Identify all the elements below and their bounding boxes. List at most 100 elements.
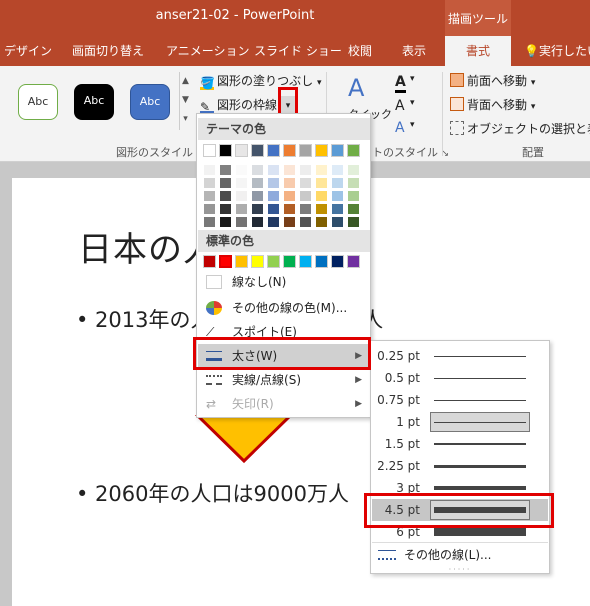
theme-color-shade-swatch[interactable]	[331, 190, 344, 202]
gallery-down-icon[interactable]: ▼	[180, 91, 191, 110]
theme-color-shade-swatch[interactable]	[251, 164, 264, 176]
selection-pane-button[interactable]: オブジェクトの選択と表示	[450, 120, 590, 137]
weight-option[interactable]: 1.5 pt	[372, 433, 548, 455]
down-arrow-shape[interactable]	[195, 415, 295, 465]
theme-color-shade-swatch[interactable]	[315, 190, 328, 202]
text-effects-chevron-icon[interactable]: ▾	[410, 120, 415, 130]
theme-color-shade-swatch[interactable]	[251, 177, 264, 189]
theme-color-shade-swatch[interactable]	[203, 164, 216, 176]
resize-grip-icon[interactable]: ·····	[371, 565, 549, 574]
theme-color-shade-swatch[interactable]	[331, 203, 344, 215]
weight-option[interactable]: 0.75 pt	[372, 389, 548, 411]
standard-color-swatch[interactable]	[267, 255, 280, 268]
theme-color-shade-swatch[interactable]	[283, 177, 296, 189]
weight-option[interactable]: 2.25 pt	[372, 455, 548, 477]
text-outline-icon[interactable]: A	[395, 98, 405, 114]
standard-color-swatch[interactable]	[347, 255, 360, 268]
theme-color-shade-swatch[interactable]	[283, 203, 296, 215]
standard-color-swatch[interactable]	[203, 255, 216, 268]
weight-option[interactable]: 1 pt	[372, 411, 548, 433]
tab-view[interactable]: 表示	[402, 36, 426, 66]
tab-transitions[interactable]: 画面切り替え	[72, 36, 144, 66]
theme-color-shade-swatch[interactable]	[203, 177, 216, 189]
gallery-more-icon[interactable]: ▾	[180, 110, 191, 129]
theme-color-shade-swatch[interactable]	[331, 216, 344, 228]
standard-color-swatch[interactable]	[299, 255, 312, 268]
theme-color-swatch[interactable]	[331, 144, 344, 157]
theme-color-swatch[interactable]	[267, 144, 280, 157]
tab-animations[interactable]: アニメーション	[166, 36, 250, 66]
send-backward-button[interactable]: 背面へ移動 ▾	[450, 96, 535, 113]
theme-color-shade-swatch[interactable]	[315, 164, 328, 176]
standard-color-swatch[interactable]	[218, 254, 233, 269]
theme-color-shade-swatch[interactable]	[347, 164, 360, 176]
standard-color-swatch[interactable]	[331, 255, 344, 268]
shape-style-1[interactable]: Abc	[18, 84, 58, 120]
text-fill-icon[interactable]: A	[395, 74, 406, 93]
standard-color-swatch[interactable]	[251, 255, 264, 268]
theme-color-shade-swatch[interactable]	[251, 203, 264, 215]
tab-tell-me[interactable]: 💡実行したい	[524, 36, 590, 66]
theme-color-shade-swatch[interactable]	[219, 177, 232, 189]
theme-color-shade-swatch[interactable]	[347, 177, 360, 189]
theme-color-shade-swatch[interactable]	[283, 164, 296, 176]
theme-color-shade-swatch[interactable]	[235, 190, 248, 202]
theme-color-shade-swatch[interactable]	[219, 190, 232, 202]
gallery-scroll[interactable]: ▲ ▼ ▾	[179, 72, 191, 130]
theme-color-swatch[interactable]	[203, 144, 216, 157]
bring-forward-button[interactable]: 前面へ移動 ▾	[450, 72, 535, 89]
theme-color-shade-swatch[interactable]	[299, 203, 312, 215]
theme-color-shade-swatch[interactable]	[267, 164, 280, 176]
context-tab-drawing-tools[interactable]: 描画ツール	[445, 0, 511, 36]
theme-color-shade-swatch[interactable]	[235, 216, 248, 228]
theme-color-shade-swatch[interactable]	[347, 190, 360, 202]
theme-color-shade-swatch[interactable]	[283, 190, 296, 202]
more-lines-item[interactable]: その他の線(L)...	[372, 542, 548, 566]
tab-review[interactable]: 校閲	[348, 36, 372, 66]
theme-color-swatch[interactable]	[347, 144, 360, 157]
tab-design[interactable]: デザイン	[4, 36, 52, 66]
theme-color-shade-swatch[interactable]	[283, 216, 296, 228]
theme-color-shade-swatch[interactable]	[235, 203, 248, 215]
theme-color-swatch[interactable]	[235, 144, 248, 157]
theme-color-shade-swatch[interactable]	[235, 177, 248, 189]
theme-color-shade-swatch[interactable]	[267, 216, 280, 228]
theme-color-swatch[interactable]	[299, 144, 312, 157]
weight-option[interactable]: 0.25 pt	[372, 345, 548, 367]
text-fill-chevron-icon[interactable]: ▾	[410, 74, 415, 84]
theme-color-shade-swatch[interactable]	[315, 203, 328, 215]
theme-color-shade-swatch[interactable]	[251, 190, 264, 202]
theme-color-shade-swatch[interactable]	[267, 177, 280, 189]
tab-format[interactable]: 書式	[445, 36, 511, 66]
theme-color-shade-swatch[interactable]	[299, 164, 312, 176]
tab-slideshow[interactable]: スライド ショー	[254, 36, 342, 66]
theme-color-shade-swatch[interactable]	[347, 203, 360, 215]
bullet-2[interactable]: • 2060年の人口は9000万人	[76, 478, 349, 508]
no-line-item[interactable]: 線なし(N)	[198, 270, 370, 294]
weight-option[interactable]: 0.5 pt	[372, 367, 548, 389]
theme-color-shade-swatch[interactable]	[315, 177, 328, 189]
standard-color-swatch[interactable]	[283, 255, 296, 268]
theme-color-shade-swatch[interactable]	[203, 190, 216, 202]
shape-outline-button[interactable]: ✎ 図形の枠線	[200, 96, 277, 114]
theme-color-shade-swatch[interactable]	[299, 190, 312, 202]
shape-style-2[interactable]: Abc	[74, 84, 114, 120]
theme-color-shade-swatch[interactable]	[331, 177, 344, 189]
theme-color-shade-swatch[interactable]	[235, 164, 248, 176]
shape-style-3[interactable]: Abc	[130, 84, 170, 120]
text-outline-chevron-icon[interactable]: ▾	[410, 98, 415, 108]
theme-color-swatch[interactable]	[283, 144, 296, 157]
theme-color-swatch[interactable]	[219, 144, 232, 157]
theme-color-shade-swatch[interactable]	[267, 203, 280, 215]
theme-color-shade-swatch[interactable]	[203, 203, 216, 215]
theme-color-shade-swatch[interactable]	[219, 164, 232, 176]
theme-color-swatch[interactable]	[315, 144, 328, 157]
gallery-up-icon[interactable]: ▲	[180, 72, 191, 91]
theme-color-shade-swatch[interactable]	[267, 190, 280, 202]
theme-color-shade-swatch[interactable]	[299, 177, 312, 189]
shape-fill-button[interactable]: 🪣 図形の塗りつぶし ▾	[200, 72, 321, 90]
more-colors-item[interactable]: その他の線の色(M)...	[198, 296, 370, 320]
dashes-item[interactable]: 実線/点線(S) ▶	[198, 368, 370, 392]
standard-color-swatch[interactable]	[315, 255, 328, 268]
theme-color-shade-swatch[interactable]	[219, 203, 232, 215]
